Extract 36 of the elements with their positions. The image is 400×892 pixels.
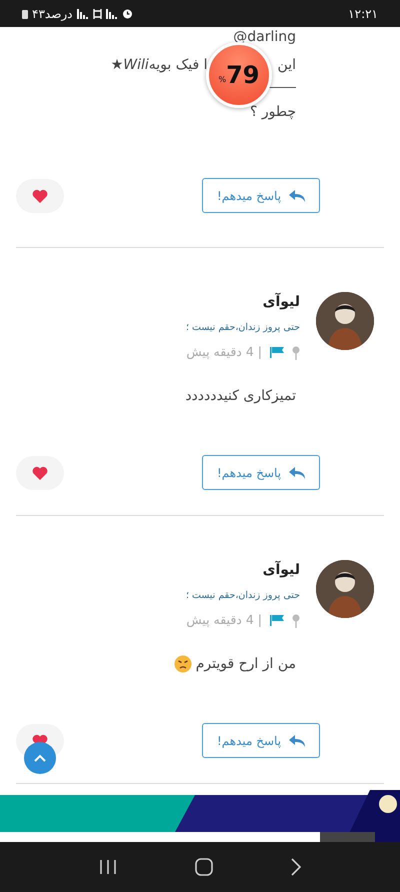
- post-time: | 4 دقیقه پیش: [186, 343, 262, 362]
- post-text: این: [278, 56, 296, 75]
- reply-button[interactable]: پاسخ میدهم!: [202, 455, 320, 490]
- like-button[interactable]: [16, 456, 64, 490]
- user-tagline: حتی پروز زندان،حقم نیست ؛: [186, 321, 300, 335]
- post-time: | 4 دقیقه پیش: [186, 611, 262, 630]
- post-text: من از ارح قویترم: [196, 654, 296, 674]
- reply-arrow-icon: [289, 190, 306, 202]
- data-icon: [92, 8, 102, 18]
- signal-icon: [106, 8, 118, 18]
- heart-icon: [32, 466, 48, 480]
- battery-icon: [22, 8, 28, 18]
- reply-button[interactable]: پاسخ میدهم!: [202, 178, 320, 213]
- chevron-up-icon: [34, 754, 46, 762]
- reply-arrow-icon: [289, 466, 306, 478]
- flag-icon: [270, 615, 284, 626]
- signal-icon: [76, 8, 89, 18]
- alarm-icon: [122, 8, 133, 19]
- post-text: تمیزکاری کنیدددددد: [185, 386, 296, 406]
- reply-button[interactable]: پاسخ میدهم!: [202, 723, 320, 758]
- recent-apps-icon[interactable]: [99, 859, 117, 875]
- pin-icon: [292, 614, 300, 628]
- status-time: ۱۲:۲۱: [348, 6, 378, 22]
- angry-face-icon: [174, 655, 192, 673]
- pin-icon: [292, 346, 300, 360]
- flag-icon: [270, 347, 284, 358]
- home-icon[interactable]: [195, 858, 213, 876]
- heart-icon: [32, 188, 48, 202]
- scroll-top-button[interactable]: [24, 742, 56, 774]
- author-name: لیوآی: [262, 292, 300, 312]
- author-name: لیوآی: [262, 560, 300, 580]
- like-button[interactable]: [16, 178, 64, 212]
- back-icon[interactable]: [291, 858, 301, 876]
- battery-level: ۴۳درصد: [32, 6, 73, 22]
- reply-arrow-icon: [289, 734, 306, 746]
- user-tagline: حتی پروز زندان،حقم نیست ؛: [186, 589, 300, 603]
